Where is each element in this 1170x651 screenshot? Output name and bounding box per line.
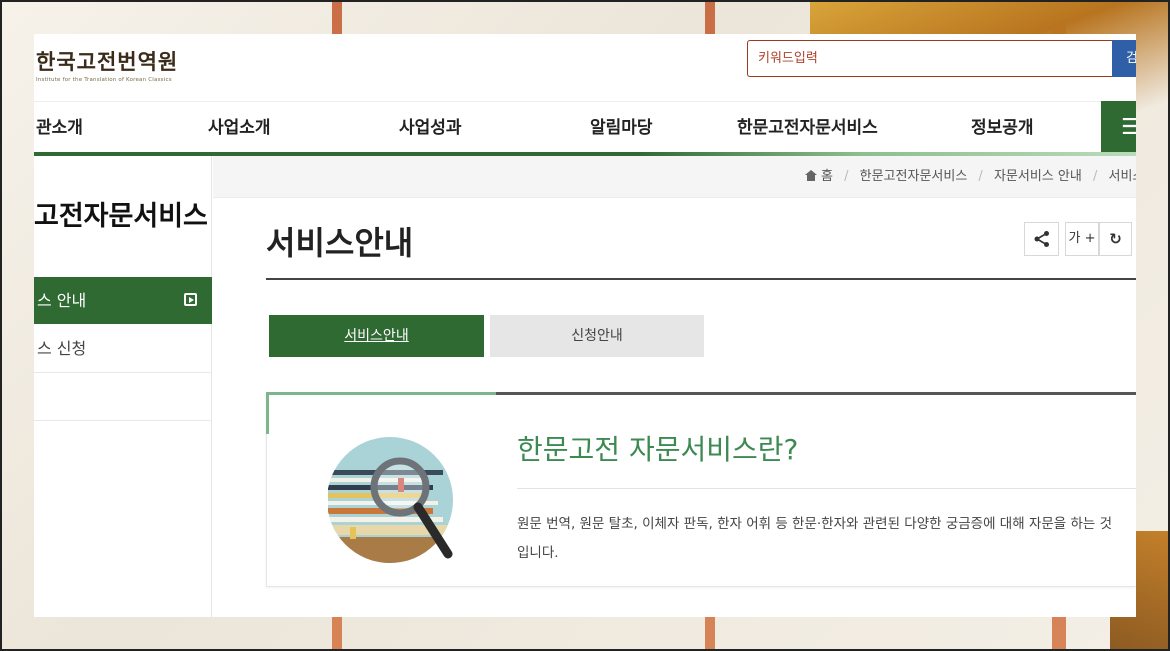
sidebar-title: 고전자문서비스: [34, 201, 208, 232]
logo-english-text: Institute for the Translation of Korean …: [36, 77, 172, 83]
home-icon[interactable]: [805, 170, 817, 181]
sidebar-item-service-apply[interactable]: 스 신청: [34, 324, 212, 373]
main-nav: 관소개 사업소개 사업성과 알림마당 한문고전자문서비스 정보공개: [34, 101, 1136, 154]
share-button[interactable]: [1024, 222, 1059, 256]
nav-item-business[interactable]: 사업소개: [208, 102, 271, 155]
card-accent-bar: [266, 392, 269, 434]
breadcrumb-bar: 홈 / 한문고전자문서비스 / 자문서비스 안내 / 서비스: [213, 156, 1136, 198]
breadcrumb-item[interactable]: 서비스: [1108, 169, 1136, 184]
browser-viewport: 한국고전번역원 Institute for the Translation of…: [34, 34, 1136, 617]
card-accent-bar: [266, 392, 496, 395]
breadcrumb-home[interactable]: 홈: [821, 169, 833, 184]
breadcrumb-item[interactable]: 한문고전자문서비스: [860, 169, 968, 184]
content-heading: 한문고전 자문서비스란?: [517, 433, 799, 466]
search-input[interactable]: [747, 40, 1113, 77]
site-logo[interactable]: 한국고전번역원 Institute for the Translation of…: [36, 46, 178, 83]
breadcrumb-item[interactable]: 자문서비스 안내: [994, 169, 1082, 184]
site-header: 한국고전번역원 Institute for the Translation of…: [34, 34, 1136, 101]
content-divider: [517, 488, 1136, 489]
hamburger-icon[interactable]: ☰: [1101, 101, 1136, 154]
nav-item-notice[interactable]: 알림마당: [590, 102, 653, 155]
refresh-button[interactable]: ↻: [1099, 222, 1132, 256]
card-top-border: [496, 392, 1136, 395]
play-icon: [184, 293, 197, 306]
nav-item-results[interactable]: 사업성과: [399, 102, 462, 155]
nav-item-consulting[interactable]: 한문고전자문서비스: [737, 102, 878, 155]
font-size-increase-button[interactable]: 가 +: [1065, 222, 1099, 256]
content-description: 원문 번역, 원문 탈초, 이체자 판독, 한자 어휘 등 한문·한자와 관련된…: [517, 516, 1113, 561]
nav-item-disclosure[interactable]: 정보공개: [971, 102, 1034, 155]
nav-item-about[interactable]: 관소개: [36, 102, 83, 155]
title-divider: [266, 278, 1136, 280]
page-title: 서비스안내: [266, 224, 414, 262]
logo-korean-text: 한국고전번역원: [36, 49, 179, 74]
sidebar-item-service-guide[interactable]: 스 안내: [34, 277, 212, 324]
tab-service-guide[interactable]: 서비스안내: [269, 315, 484, 357]
sidebar-item-label: 스 안내: [37, 291, 87, 310]
breadcrumb: 홈 / 한문고전자문서비스 / 자문서비스 안내 / 서비스: [805, 156, 1136, 198]
search-button[interactable]: 검: [1112, 40, 1136, 77]
refresh-icon: ↻: [1109, 230, 1122, 248]
share-icon: [1034, 231, 1049, 247]
magnifier-books-illustration: [328, 437, 453, 563]
sidebar-item-empty: [34, 373, 212, 421]
left-sidebar: 고전자문서비스 스 안내 스 신청: [34, 156, 212, 617]
tab-application-guide[interactable]: 신청안내: [490, 315, 704, 357]
